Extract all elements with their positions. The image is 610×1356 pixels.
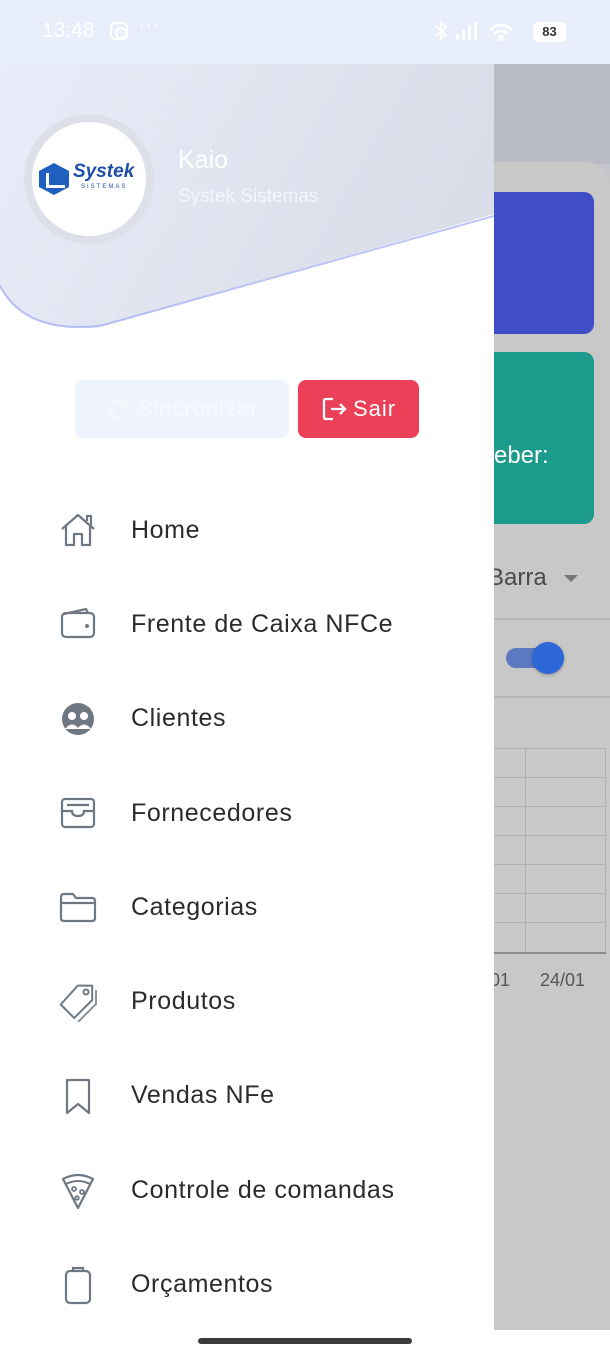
bg-chart-type-select: Barra (494, 564, 547, 591)
bg-divider (494, 696, 610, 698)
drawer-menu: Home Frente de Caixa NFCe Clientes Forne… (0, 483, 494, 1330)
clipboard-icon (64, 1266, 92, 1304)
sync-button[interactable]: Sincronizar (75, 380, 289, 438)
systek-logo: Systek SISTEMAS (39, 159, 139, 199)
menu-label: Categorias (131, 892, 258, 921)
sync-icon (109, 398, 128, 420)
logout-label: Sair (352, 396, 397, 421)
bg-grid-line (525, 748, 526, 954)
menu-item-controle-de-comandas[interactable]: Controle de comandas (0, 1143, 494, 1237)
home-indicator[interactable] (198, 1338, 412, 1344)
wallet-icon (60, 608, 96, 639)
user-company: Systek Sistemas (178, 186, 319, 207)
bg-grid-line (494, 893, 606, 894)
menu-label: Fornecedores (131, 798, 293, 827)
bg-grid-line (494, 748, 606, 749)
signal-icon (456, 22, 477, 40)
background-screen: eber: Barra 01 24/01 (494, 64, 610, 1330)
menu-label: Clientes (131, 704, 227, 733)
status-time: 13:48 (42, 19, 95, 42)
menu-item-produtos[interactable]: Produtos (0, 954, 494, 1048)
status-bar: 13:48 ··· 83 (0, 0, 610, 64)
menu-item-vendas-nfe[interactable]: Vendas NFe (0, 1049, 494, 1143)
logo-subtitle: SISTEMAS (81, 184, 128, 190)
bg-app-header (494, 64, 610, 164)
bg-x-label: 01 (494, 970, 511, 990)
instagram-icon (110, 22, 128, 40)
menu-label: Produtos (131, 987, 236, 1016)
pizza-icon (61, 1174, 95, 1210)
avatar: Systek SISTEMAS (24, 114, 154, 244)
battery-icon: 83 (533, 22, 566, 42)
user-name: Kaio (178, 146, 229, 174)
menu-item-frente-de-caixa[interactable]: Frente de Caixa NFCe (0, 577, 494, 671)
bg-content-panel (494, 162, 610, 1330)
navigation-drawer: Systek SISTEMAS Kaio Systek Sistemas Sin… (0, 64, 494, 1330)
tags-icon (59, 984, 97, 1022)
folder-icon (59, 893, 97, 923)
bg-grid-line (494, 835, 606, 836)
bg-summary-card-green (494, 352, 594, 524)
wifi-icon (489, 23, 513, 42)
menu-label: Frente de Caixa NFCe (131, 609, 394, 638)
bg-grid-line (494, 922, 606, 923)
home-icon (61, 514, 95, 547)
inbox-icon (60, 797, 96, 829)
menu-label: Vendas NFe (131, 1081, 275, 1110)
menu-label: Home (131, 515, 201, 544)
bg-chart-axis (494, 952, 606, 954)
bluetooth-icon (435, 20, 448, 42)
bg-grid-line (494, 806, 606, 807)
caret-down-icon (564, 575, 578, 582)
logo-chart-icon (39, 163, 69, 195)
logo-wordmark: Systek (73, 161, 135, 182)
menu-item-clientes[interactable]: Clientes (0, 672, 494, 766)
connectivity-icons (432, 18, 528, 50)
menu-label: Controle de comandas (131, 1175, 395, 1204)
bg-grid-line (605, 748, 606, 954)
bg-summary-card-blue (494, 192, 594, 334)
menu-item-fornecedores[interactable]: Fornecedores (0, 766, 494, 860)
bg-card-label: eber: (494, 442, 549, 469)
menu-item-home[interactable]: Home (0, 483, 494, 577)
menu-item-orcamentos[interactable]: Orçamentos (0, 1237, 494, 1330)
sync-label: Sincronizar (137, 396, 259, 421)
bg-grid-line (494, 777, 606, 778)
bg-x-label: 24/01 (540, 970, 586, 990)
logout-button[interactable]: Sair (298, 380, 419, 438)
bg-divider (494, 618, 610, 620)
menu-label: Orçamentos (131, 1270, 274, 1299)
bookmark-icon (65, 1078, 91, 1115)
logout-icon (322, 397, 347, 421)
bg-toggle-thumb (532, 642, 564, 674)
menu-item-categorias[interactable]: Categorias (0, 860, 494, 954)
users-icon (62, 702, 94, 735)
bg-grid-line (494, 864, 606, 865)
more-notifications-icon: ··· (138, 14, 161, 36)
